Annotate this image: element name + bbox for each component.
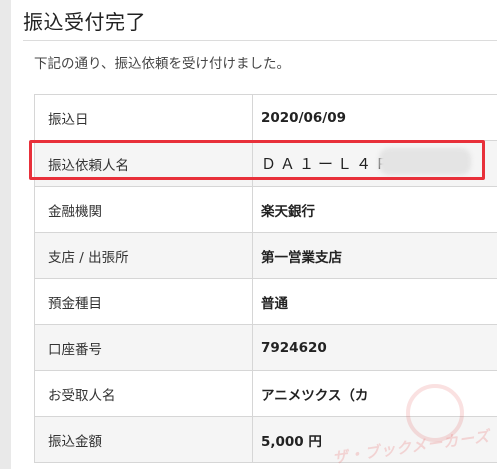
column-divider bbox=[252, 417, 253, 462]
detail-row-bank: 金融機関 楽天銀行 bbox=[35, 187, 497, 233]
detail-label: 預金種目 bbox=[48, 295, 102, 312]
column-divider bbox=[252, 325, 253, 370]
page-title: 振込受付完了 bbox=[23, 10, 146, 34]
column-divider bbox=[252, 187, 253, 232]
page-description: 下記の通り、振込依頼を受け付けました。 bbox=[34, 56, 290, 72]
detail-value: 第一営業支店 bbox=[261, 249, 342, 266]
detail-row-branch: 支店 / 出張所 第一営業支店 bbox=[35, 233, 497, 279]
column-divider bbox=[252, 95, 253, 140]
detail-row-account-number: 口座番号 7924620 bbox=[35, 325, 497, 371]
detail-label: 振込金額 bbox=[48, 433, 102, 450]
detail-label: 振込日 bbox=[48, 111, 89, 128]
detail-value: アニメツクス（カ bbox=[261, 387, 369, 404]
detail-label: 口座番号 bbox=[48, 341, 102, 358]
detail-row-account-type: 預金種目 普通 bbox=[35, 279, 497, 325]
detail-value: 普通 bbox=[261, 295, 288, 312]
detail-row-recipient: お受取人名 アニメツクス（カ bbox=[35, 371, 497, 417]
detail-value: 7924620 bbox=[261, 339, 327, 356]
detail-value: 5,000 円 bbox=[261, 433, 322, 450]
highlight-annotation-box bbox=[29, 140, 485, 180]
detail-value: 楽天銀行 bbox=[261, 203, 315, 220]
column-divider bbox=[252, 371, 253, 416]
title-divider bbox=[23, 40, 497, 41]
detail-value: 2020/06/09 bbox=[261, 109, 347, 126]
detail-label: 支店 / 出張所 bbox=[48, 249, 129, 266]
detail-label: 金融機関 bbox=[48, 203, 102, 220]
column-divider bbox=[252, 233, 253, 278]
detail-label: お受取人名 bbox=[48, 387, 116, 404]
detail-row-amount: 振込金額 5,000 円 bbox=[35, 417, 497, 463]
column-divider bbox=[252, 279, 253, 324]
detail-row-date: 振込日 2020/06/09 bbox=[35, 95, 497, 141]
